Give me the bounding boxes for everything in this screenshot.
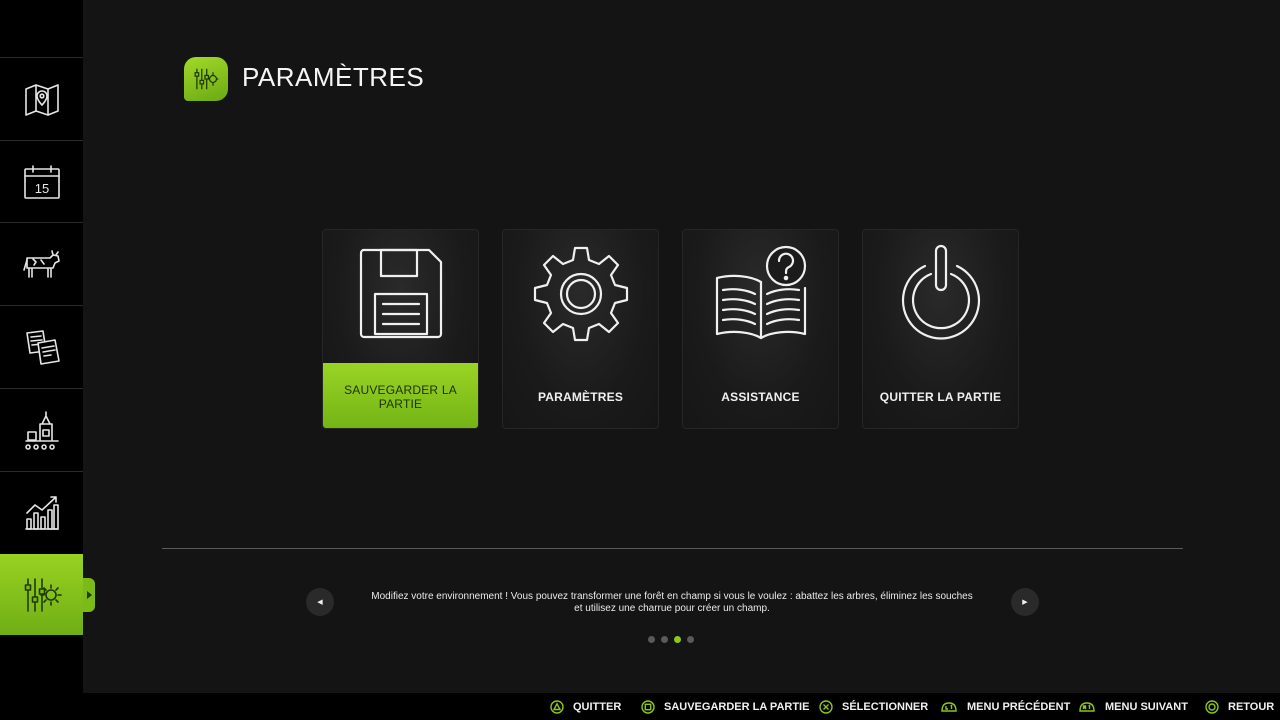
bar-chart-icon (24, 495, 59, 530)
tip-next-button[interactable]: ▶ (1011, 588, 1039, 616)
hint-quit[interactable]: QUITTER (550, 693, 621, 720)
section-divider (162, 548, 1183, 549)
map-icon (24, 83, 59, 116)
sidebar-item-settings[interactable] (0, 554, 83, 635)
square-button-icon (641, 699, 655, 714)
sidebar-item-production[interactable] (0, 389, 83, 470)
calendar-day: 15 (34, 181, 48, 196)
page-title: PARAMÈTRES (242, 62, 425, 92)
hint-previous-menu[interactable]: MENU PRÉCÉDENT (940, 693, 1070, 720)
hint-save-game[interactable]: SAUVEGARDER LA PARTIE (641, 693, 809, 720)
hint-previous-menu-label: MENU PRÉCÉDENT (967, 700, 1071, 713)
assistance-card[interactable]: ASSISTANCE (682, 229, 839, 429)
circle-button-icon (1205, 699, 1219, 714)
floppy-disk-icon (359, 248, 443, 339)
r1-button-icon (1079, 701, 1095, 712)
cross-button-icon (819, 699, 833, 714)
cow-icon (22, 249, 60, 278)
sidebar: 15 (0, 0, 83, 693)
chevron-right-icon: ▶ (1022, 599, 1028, 606)
sidebar-item-map[interactable] (0, 58, 83, 139)
l1-button-icon (941, 701, 957, 712)
sidebar-item-calendar[interactable]: 15 (0, 141, 83, 222)
hint-select-label: SÉLECTIONNER (842, 700, 929, 713)
assistance-label: ASSISTANCE (721, 389, 800, 404)
tip-text: Modifiez votre environnement ! Vous pouv… (371, 591, 973, 614)
settings-card[interactable]: PARAMÈTRES (502, 229, 659, 429)
hint-back[interactable]: RETOUR (1205, 693, 1274, 720)
settings-sliders-gear-icon (24, 577, 62, 612)
chevron-left-icon: ◀ (317, 599, 323, 606)
calendar-icon: 15 (23, 164, 60, 199)
save-game-label: SAUVEGARDER LA PARTIE (323, 363, 478, 428)
hint-save-game-label: SAUVEGARDER LA PARTIE (664, 700, 810, 713)
tip-prev-button[interactable]: ◀ (306, 588, 334, 616)
triangle-button-icon (550, 699, 564, 714)
button-hints-bar: QUITTER SAUVEGARDER LA PARTIE SÉLECTIONN… (0, 693, 1280, 720)
hint-next-menu-label: MENU SUIVANT (1105, 700, 1188, 713)
active-tab-indicator (83, 578, 95, 612)
page-icon (184, 57, 228, 101)
book-help-icon (715, 245, 807, 340)
factory-icon (24, 410, 59, 450)
sidebar-item-animals[interactable] (0, 223, 83, 304)
tip-page-dot[interactable] (648, 636, 655, 643)
tip-page-dot[interactable] (687, 636, 694, 643)
hint-quit-label: QUITTER (573, 700, 622, 713)
hint-select[interactable]: SÉLECTIONNER (819, 693, 928, 720)
tip-page-dot[interactable] (661, 636, 668, 643)
power-icon (901, 244, 981, 340)
sidebar-item-statistics[interactable] (0, 472, 83, 553)
save-game-card[interactable]: SAUVEGARDER LA PARTIE (322, 229, 479, 429)
tip-page-dot-active[interactable] (674, 636, 681, 643)
settings-sliders-gear-icon (194, 68, 219, 90)
tip-pagination (648, 636, 694, 643)
quit-game-label: QUITTER LA PARTIE (879, 389, 1002, 404)
hint-next-menu[interactable]: MENU SUIVANT (1078, 693, 1188, 720)
gear-icon (533, 246, 629, 342)
documents-icon (25, 329, 60, 365)
hint-back-label: RETOUR (1228, 700, 1275, 713)
settings-label: PARAMÈTRES (537, 389, 624, 404)
sidebar-item-contracts[interactable] (0, 306, 83, 387)
quit-game-card[interactable]: QUITTER LA PARTIE (862, 229, 1019, 429)
